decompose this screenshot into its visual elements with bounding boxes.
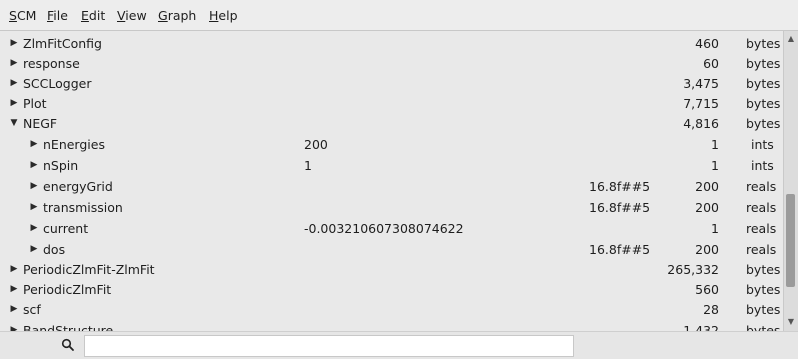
expand-right-icon[interactable]: ▶ xyxy=(8,77,20,89)
row-name: current xyxy=(43,221,89,236)
search-input[interactable] xyxy=(84,335,574,357)
tree-row[interactable]: ▶ scf 28 bytes xyxy=(0,299,783,320)
row-unit: ints xyxy=(751,158,774,173)
scroll-up-icon[interactable]: ▲ xyxy=(785,32,797,46)
row-count: 460 xyxy=(695,36,719,51)
row-count: 1 xyxy=(711,137,719,152)
expand-right-icon[interactable]: ▶ xyxy=(8,303,20,315)
expand-right-icon[interactable]: ▶ xyxy=(28,138,40,150)
expand-right-icon[interactable]: ▶ xyxy=(8,57,20,69)
expand-right-icon[interactable]: ▶ xyxy=(8,324,20,331)
row-unit: bytes xyxy=(746,282,781,297)
row-name: energyGrid xyxy=(43,179,113,194)
expand-right-icon[interactable]: ▶ xyxy=(28,243,40,255)
tree-row[interactable]: ▶ BandStructure 1,432 bytes xyxy=(0,320,783,331)
scroll-down-icon[interactable]: ▼ xyxy=(785,315,797,329)
search-bar xyxy=(0,331,798,359)
row-format: 16.8f##5 xyxy=(589,179,651,194)
row-name: dos xyxy=(43,242,66,257)
row-unit: bytes xyxy=(746,56,781,71)
tree-row[interactable]: ▶ nSpin 1 1 ints xyxy=(0,155,783,176)
row-name: NEGF xyxy=(23,116,58,131)
menu-bar: SCM File Edit View Graph Help xyxy=(0,0,798,31)
expand-right-icon[interactable]: ▶ xyxy=(28,159,40,171)
row-name: PeriodicZlmFit-ZlmFit xyxy=(23,262,155,277)
row-name: response xyxy=(23,56,80,71)
expand-right-icon[interactable]: ▶ xyxy=(28,180,40,192)
expand-right-icon[interactable]: ▶ xyxy=(8,37,20,49)
row-unit: bytes xyxy=(746,76,781,91)
row-name: ZlmFitConfig xyxy=(23,36,102,51)
row-count: 7,715 xyxy=(683,96,719,111)
row-name: Plot xyxy=(23,96,47,111)
row-unit: bytes xyxy=(746,323,781,331)
search-icon xyxy=(61,338,74,351)
expand-right-icon[interactable]: ▶ xyxy=(8,283,20,295)
row-count: 200 xyxy=(695,179,719,194)
row-unit: reals xyxy=(746,242,777,257)
tree-row[interactable]: ▶ Plot 7,715 bytes xyxy=(0,93,783,114)
row-unit: bytes xyxy=(746,262,781,277)
row-unit: bytes xyxy=(746,96,781,111)
row-name: nSpin xyxy=(43,158,79,173)
row-format: 16.8f##5 xyxy=(589,200,651,215)
row-value: 1 xyxy=(304,158,312,173)
expand-right-icon[interactable]: ▶ xyxy=(8,263,20,275)
menu-edit[interactable]: Edit xyxy=(81,8,105,23)
tree-row[interactable]: ▶ dos 16.8f##5 200 reals xyxy=(0,239,783,260)
row-count: 265,332 xyxy=(667,262,719,277)
row-name: transmission xyxy=(43,200,123,215)
tree-view: ▶ ZlmFitConfig 460 bytes ▶ response 60 bytes ▶ SC… xyxy=(0,31,783,331)
row-count: 200 xyxy=(695,200,719,215)
row-format: 16.8f##5 xyxy=(589,242,651,257)
row-count: 1 xyxy=(711,158,719,173)
row-count: 200 xyxy=(695,242,719,257)
row-unit: reals xyxy=(746,179,777,194)
row-value: -0.003210607308074622 xyxy=(304,221,464,236)
row-name: BandStructure xyxy=(23,323,114,331)
menu-file[interactable]: File xyxy=(47,8,68,23)
row-count: 1 xyxy=(711,221,719,236)
row-unit: bytes xyxy=(746,116,781,131)
tree-row[interactable]: ▶ ZlmFitConfig 460 bytes xyxy=(0,33,783,54)
tree-row[interactable]: ▼ NEGF 4,816 bytes xyxy=(0,113,783,134)
tree-row[interactable]: ▶ SCCLogger 3,475 bytes xyxy=(0,73,783,94)
row-unit: bytes xyxy=(746,302,781,317)
row-name: scf xyxy=(23,302,41,317)
row-unit: reals xyxy=(746,221,777,236)
row-count: 60 xyxy=(703,56,719,71)
tree-row[interactable]: ▶ current -0.003210607308074622 1 reals xyxy=(0,218,783,239)
tree-row[interactable]: ▶ response 60 bytes xyxy=(0,53,783,74)
menu-graph[interactable]: Graph xyxy=(158,8,196,23)
menu-view[interactable]: View xyxy=(117,8,147,23)
row-count: 4,816 xyxy=(683,116,719,131)
menu-scm[interactable]: SCM xyxy=(9,8,36,23)
row-name: PeriodicZlmFit xyxy=(23,282,112,297)
menu-help[interactable]: Help xyxy=(209,8,238,23)
row-count: 28 xyxy=(703,302,719,317)
expand-right-icon[interactable]: ▶ xyxy=(28,222,40,234)
scrollbar-thumb[interactable] xyxy=(786,194,795,287)
row-count: 1,432 xyxy=(683,323,719,331)
row-value: 200 xyxy=(304,137,328,152)
tree-row[interactable]: ▶ nEnergies 200 1 ints xyxy=(0,134,783,155)
row-unit: ints xyxy=(751,137,774,152)
vertical-scrollbar[interactable]: ▲ ▼ xyxy=(783,31,798,331)
expand-right-icon[interactable]: ▶ xyxy=(8,97,20,109)
row-count: 560 xyxy=(695,282,719,297)
row-unit: reals xyxy=(746,200,777,215)
row-name: nEnergies xyxy=(43,137,105,152)
row-unit: bytes xyxy=(746,36,781,51)
row-count: 3,475 xyxy=(683,76,719,91)
row-name: SCCLogger xyxy=(23,76,92,91)
expand-right-icon[interactable]: ▶ xyxy=(28,201,40,213)
tree-row[interactable]: ▶ PeriodicZlmFit-ZlmFit 265,332 bytes xyxy=(0,259,783,280)
tree-row[interactable]: ▶ transmission 16.8f##5 200 reals xyxy=(0,197,783,218)
tree-row[interactable]: ▶ energyGrid 16.8f##5 200 reals xyxy=(0,176,783,197)
expand-down-icon[interactable]: ▼ xyxy=(8,117,20,129)
tree-row[interactable]: ▶ PeriodicZlmFit 560 bytes xyxy=(0,279,783,300)
